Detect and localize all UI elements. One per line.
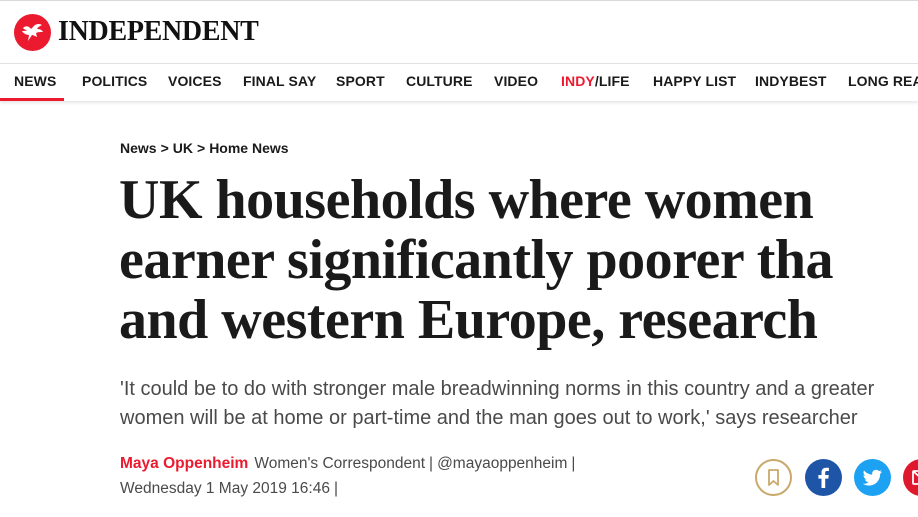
eagle-logo-icon[interactable] (14, 14, 51, 51)
date-separator: | (333, 480, 339, 497)
breadcrumb-news[interactable]: News (120, 140, 157, 156)
brand-wordmark[interactable]: INDEPENDENT (58, 15, 259, 49)
breadcrumb-home-news[interactable]: Home News (209, 140, 288, 156)
nav-item-politics[interactable]: POLITICS (82, 64, 147, 101)
author-link[interactable]: Maya Oppenheim (120, 455, 248, 472)
nav-indy-label: INDY (561, 73, 595, 89)
nav-item-long-reads[interactable]: LONG REAI (848, 64, 918, 101)
nav-item-final-say[interactable]: FINAL SAY (243, 64, 316, 101)
twitter-share-button[interactable] (854, 459, 891, 496)
nav-item-sport[interactable]: SPORT (336, 64, 385, 101)
publish-date-text: Wednesday 1 May 2019 16:46 (120, 480, 330, 497)
main-nav: NEWS POLITICS VOICES FINAL SAY SPORT CUL… (0, 63, 918, 101)
email-icon (912, 470, 918, 485)
bookmark-icon (768, 469, 779, 486)
headline-line: and western Europe, research (119, 289, 818, 350)
email-share-button[interactable] (903, 459, 918, 496)
author-twitter-handle[interactable]: @mayaoppenheim (437, 455, 567, 472)
nav-item-video[interactable]: VIDEO (494, 64, 538, 101)
nav-item-news[interactable]: NEWS (0, 64, 65, 101)
article-page: INDEPENDENT NEWS POLITICS VOICES FINAL S… (0, 0, 918, 517)
byline-separator: | (571, 455, 576, 472)
byline-separator: | (429, 455, 434, 472)
breadcrumb: News > UK > Home News (120, 137, 289, 159)
breadcrumb-separator: > (160, 140, 169, 156)
nav-life-label: /LIFE (594, 73, 630, 89)
twitter-icon (862, 469, 882, 486)
headline-line: UK households where women (119, 170, 814, 231)
nav-item-culture[interactable]: CULTURE (406, 64, 473, 101)
publish-date: Wednesday 1 May 2019 16:46 | (120, 477, 342, 501)
standfirst-line: women will be at home or part-time and t… (120, 407, 858, 429)
headline-line: earner significantly poorer tha (119, 229, 834, 291)
bookmark-button[interactable] (755, 459, 792, 496)
author-role: Women's Correspondent (254, 455, 426, 472)
facebook-share-button[interactable] (805, 459, 842, 496)
nav-item-indy-life[interactable]: INDY/LIFE (561, 64, 630, 101)
byline: Maya Oppenheim Women's Correspondent | @may… (120, 452, 579, 476)
breadcrumb-uk[interactable]: UK (173, 140, 193, 156)
standfirst-line: 'It could be to do with stronger male br… (120, 378, 875, 400)
nav-item-voices[interactable]: VOICES (168, 64, 222, 101)
nav-item-happy-list[interactable]: HAPPY LIST (653, 64, 736, 101)
nav-item-indybest[interactable]: INDYBEST (755, 64, 827, 101)
breadcrumb-separator: > (197, 140, 206, 156)
article-headline: UK households where women earner signifi… (119, 170, 918, 350)
article-standfirst: 'It could be to do with stronger male br… (120, 375, 918, 433)
masthead: INDEPENDENT (0, 0, 918, 63)
facebook-icon (818, 467, 829, 488)
